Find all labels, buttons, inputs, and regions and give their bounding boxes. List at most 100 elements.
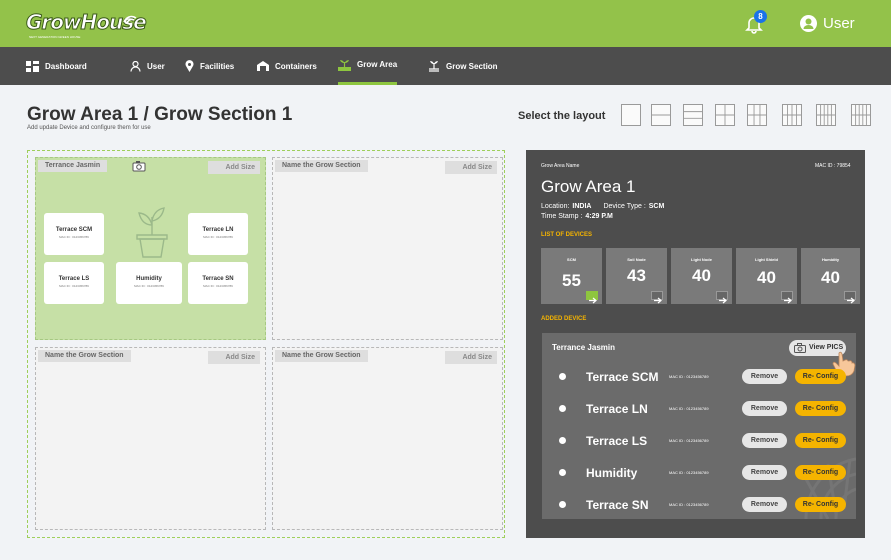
layout-8-icon bbox=[852, 105, 870, 125]
added-device-mac: MAC ID : 0123456789 bbox=[669, 438, 709, 443]
growhouse-logo[interactable]: GrowHouse NEXT GENERATION GREEN HOUSE bbox=[26, 9, 148, 41]
remove-button[interactable]: Remove bbox=[742, 497, 787, 512]
section-size[interactable]: Add Size bbox=[445, 161, 497, 174]
device-type-tile-soil-node[interactable]: Soil Node 43 bbox=[606, 248, 667, 304]
device-type-value: SCM bbox=[648, 203, 665, 210]
reconfig-button[interactable]: Re- Config bbox=[795, 497, 846, 512]
added-device-name: Terrace LN bbox=[586, 402, 648, 416]
device-mac: MAC ID : 0123456789 bbox=[59, 235, 89, 239]
layout-3-icon bbox=[684, 111, 702, 119]
section-name[interactable]: Name the Grow Section bbox=[38, 350, 131, 362]
section-size[interactable]: Add Size bbox=[445, 351, 497, 364]
location-value: INDIA bbox=[572, 203, 592, 210]
section-name[interactable]: Name the Grow Section bbox=[275, 160, 368, 172]
arrow-right-icon[interactable] bbox=[781, 291, 793, 304]
section-name[interactable]: Terrance Jasmin bbox=[38, 160, 108, 172]
location-label: Location: bbox=[541, 203, 570, 210]
added-device-name: Terrace SCM bbox=[586, 370, 659, 384]
device-mac: MAC ID : 0123456789 bbox=[59, 284, 89, 288]
notification-badge: 8 bbox=[754, 10, 767, 23]
layout-option-7[interactable] bbox=[816, 104, 836, 126]
arrow-right-icon[interactable] bbox=[716, 291, 728, 304]
remove-button[interactable]: Remove bbox=[742, 401, 787, 416]
layout-6-icon bbox=[783, 105, 801, 125]
arrow-right-icon[interactable] bbox=[586, 291, 598, 304]
device-name: Terrace LS bbox=[58, 276, 90, 282]
reconfig-button[interactable]: Re- Config bbox=[795, 369, 846, 384]
camera-icon bbox=[794, 343, 806, 353]
location-line: Location: INDIA Device Type : SCM bbox=[541, 203, 664, 210]
dashboard-icon bbox=[26, 60, 39, 72]
device-type-count: 43 bbox=[627, 266, 646, 285]
device-card[interactable]: Terrace LN MAC ID : 0123456789 bbox=[188, 213, 248, 255]
device-card[interactable]: Terrace LS MAC ID : 0123456789 bbox=[44, 262, 104, 304]
user-avatar-icon bbox=[800, 14, 817, 32]
reconfig-button[interactable]: Re- Config bbox=[795, 401, 846, 416]
device-name: Humidity bbox=[136, 276, 162, 282]
nav-dashboard[interactable]: Dashboard bbox=[26, 47, 87, 85]
layout-7-icon bbox=[817, 105, 835, 125]
layout-4-icon bbox=[716, 105, 734, 125]
nav-facilities[interactable]: Facilities bbox=[185, 47, 234, 85]
user-menu[interactable]: User bbox=[800, 13, 855, 33]
remove-button[interactable]: Remove bbox=[742, 369, 787, 384]
nav-grow-area[interactable]: Grow Area bbox=[338, 47, 398, 85]
device-mac: MAC ID : 0123456789 bbox=[134, 284, 164, 288]
nav-label: User bbox=[147, 61, 165, 71]
page-title: Grow Area 1 / Grow Section 1 bbox=[27, 104, 293, 125]
device-type-label: SCM bbox=[567, 257, 576, 262]
layout-option-5[interactable] bbox=[747, 104, 767, 126]
arrow-right-icon[interactable] bbox=[844, 291, 856, 304]
layout-selector-label: Select the layout bbox=[518, 110, 606, 122]
layout-5-icon bbox=[748, 105, 766, 125]
device-type-label: Device Type : bbox=[603, 203, 646, 210]
camera-icon[interactable] bbox=[132, 160, 146, 172]
section-name[interactable]: Name the Grow Section bbox=[275, 350, 368, 362]
user-icon bbox=[130, 60, 141, 72]
grow-section-3[interactable]: Name the Grow Section Add Size bbox=[35, 347, 266, 530]
remove-button[interactable]: Remove bbox=[742, 433, 787, 448]
layout-option-4[interactable] bbox=[715, 104, 735, 126]
layout-option-8[interactable] bbox=[851, 104, 871, 126]
added-device-heading: ADDED DEVICE bbox=[541, 316, 587, 322]
device-type-tile-light-shield[interactable]: Light Shield 40 bbox=[736, 248, 797, 304]
device-name: Terrace SN bbox=[202, 276, 234, 282]
nav-label: Grow Section bbox=[446, 61, 498, 71]
device-type-tile-scm[interactable]: SCM 55 bbox=[541, 248, 602, 304]
status-dot bbox=[559, 405, 566, 412]
nav-containers[interactable]: Containers bbox=[257, 47, 317, 85]
timestamp-label: Time Stamp : bbox=[541, 213, 583, 220]
layout-option-6[interactable] bbox=[782, 104, 802, 126]
nav-user[interactable]: User bbox=[130, 47, 165, 85]
device-card[interactable]: Terrace SCM MAC ID : 0123456789 bbox=[44, 213, 104, 255]
remove-button[interactable]: Remove bbox=[742, 465, 787, 480]
added-device-mac: MAC ID : 0123456789 bbox=[669, 374, 709, 379]
arrow-right-icon[interactable] bbox=[651, 291, 663, 304]
device-type-tile-light-node[interactable]: Light Node 40 bbox=[671, 248, 732, 304]
added-device-mac: MAC ID : 0123456789 bbox=[669, 502, 709, 507]
status-dot bbox=[559, 469, 566, 476]
main-nav: Dashboard User Facilities Containers Gro… bbox=[0, 47, 891, 85]
layout-option-2[interactable] bbox=[651, 104, 671, 126]
layout-option-1[interactable] bbox=[621, 104, 641, 126]
added-devices-box bbox=[542, 333, 856, 519]
timestamp-value: 4:29 P.M bbox=[585, 213, 613, 220]
device-mac: MAC ID : 0123456789 bbox=[203, 235, 233, 239]
device-card[interactable]: Terrace SN MAC ID : 0123456789 bbox=[188, 262, 248, 304]
device-card[interactable]: Humidity MAC ID : 0123456789 bbox=[116, 262, 182, 304]
status-dot bbox=[559, 437, 566, 444]
device-type-count: 55 bbox=[562, 271, 581, 290]
reconfig-button[interactable]: Re- Config bbox=[795, 433, 846, 448]
section-size[interactable]: Add Size bbox=[208, 161, 260, 174]
device-type-tile-humidity[interactable]: Humidity 40 bbox=[801, 248, 860, 304]
grow-section-4[interactable]: Name the Grow Section Add Size bbox=[272, 347, 503, 530]
device-type-label: Light Node bbox=[691, 257, 712, 262]
status-dot bbox=[559, 501, 566, 508]
grow-area-name: Grow Area 1 bbox=[541, 177, 636, 196]
reconfig-button[interactable]: Re- Config bbox=[795, 465, 846, 480]
section-size[interactable]: Add Size bbox=[208, 351, 260, 364]
nav-grow-section[interactable]: Grow Section bbox=[428, 47, 498, 85]
grow-section-2[interactable]: Name the Grow Section Add Size bbox=[272, 157, 503, 340]
layout-option-3[interactable] bbox=[683, 104, 703, 126]
grow-section-1[interactable]: Terrance Jasmin Add Size Terrace SCM MAC… bbox=[35, 157, 266, 340]
